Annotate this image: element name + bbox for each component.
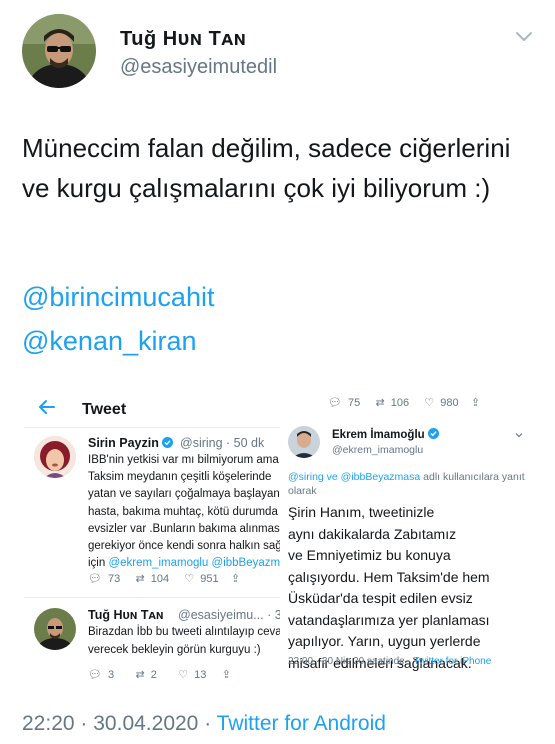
retweet-icon: ⇄ — [135, 573, 145, 585]
share-icon: ⇪ — [470, 397, 481, 409]
retweet-icon: ⇄ — [135, 669, 145, 681]
like-icon: ♡ — [424, 397, 435, 409]
tweet-header: Tuğ Hᴜɴ Tᴀɴ @esasiyeimutedil — [22, 14, 542, 94]
chevron-down-icon — [514, 430, 524, 443]
reply-body: Şirin Hanım, tweetinizle aynı dakikalarda… — [288, 504, 490, 671]
share-icon: ⇪ — [221, 669, 231, 681]
quoted-meta: @siring · 50 dk — [180, 436, 265, 450]
quoted-body: Birazdan İbb bu tweeti alıntılayıp cevap… — [88, 626, 280, 656]
retweet-icon: ⇄ — [375, 397, 385, 409]
tweet-date: 30.04.2020 — [93, 712, 199, 735]
back-arrow-icon — [38, 398, 56, 422]
reply-author-handle: @ekrem_imamoglu — [332, 444, 424, 456]
like-icon: ♡ — [178, 669, 189, 681]
avatar — [34, 608, 76, 650]
screenshot-topbar: Tweet — [24, 394, 280, 428]
chevron-down-icon[interactable] — [512, 24, 536, 48]
author-handle[interactable]: @esasiyeimutedil — [120, 56, 277, 79]
verified-icon — [427, 428, 439, 439]
avatar[interactable] — [22, 14, 96, 88]
tweet-actions: 💬︎ 73 ⇄ 104 ♡ 951 ⇪ — [88, 573, 241, 585]
avatar — [34, 436, 76, 478]
embedded-screenshot-right[interactable]: 💬︎ 75 ⇄ 106 ♡ 980 ⇪ Ekrem İmamoğlu @ekrem_i… — [280, 394, 536, 682]
tweet-actions: 💬︎ 3 ⇄ 2 ♡ 13 ⇪ — [88, 669, 231, 681]
screenshot-title: Tweet — [82, 401, 127, 418]
tweet-text: Müneccim falan değilim, sadece ciğerleri… — [22, 133, 511, 203]
quoted-author-name: Sirin Payzin — [88, 436, 174, 450]
tweet-stats: 💬︎ 75 ⇄ 106 ♡ 980 ⇪ — [328, 397, 481, 409]
quoted-tweet: Tuğ Hᴜɴ Tᴀɴ @esasiyeimu... · 39 Birazdan… — [24, 598, 280, 690]
tweet-time: 22:20 — [22, 712, 75, 735]
embedded-screenshot-left[interactable]: Tweet Sirin Payzin @siring · 50 dk IBB'n… — [24, 394, 280, 690]
quoted-tweet: Sirin Payzin @siring · 50 dk IBB'nin yet… — [24, 428, 280, 598]
reply-icon: 💬︎ — [88, 573, 102, 585]
like-icon: ♡ — [184, 573, 195, 585]
quoted-author-name: Tuğ Hᴜɴ Tᴀɴ — [88, 608, 164, 622]
replying-to: @siring ve @ibbBeyazmasa adlı kullanıcıl… — [288, 471, 525, 497]
tweet-timestamp: 22:20 · 30.04.2020 · Twitter for Android — [22, 712, 386, 735]
reply-footer: 22:00 · 30 Nis 20 saatinde · Twitter for… — [288, 656, 492, 667]
avatar — [288, 426, 320, 458]
tweet-source[interactable]: Twitter for Android — [217, 712, 386, 735]
reply-author-name: Ekrem İmamoğlu — [332, 428, 439, 441]
reply-icon: 💬︎ — [328, 397, 342, 409]
mention-link[interactable]: @birincimucahit — [22, 282, 214, 313]
share-icon: ⇪ — [230, 573, 241, 585]
verified-icon — [162, 437, 174, 448]
reply-tweet-header: Ekrem İmamoğlu @ekrem_imamoglu — [280, 420, 536, 468]
quoted-meta: @esasiyeimu... · 39 — [178, 608, 280, 622]
author-name[interactable]: Tuğ Hᴜɴ Tᴀɴ — [120, 28, 246, 51]
mention-link[interactable]: @kenan_kiran — [22, 326, 197, 357]
reply-icon: 💬︎ — [88, 669, 102, 681]
quoted-body: IBB'nin yetkisi var mı bilmiyorum ama Tak… — [88, 454, 280, 570]
